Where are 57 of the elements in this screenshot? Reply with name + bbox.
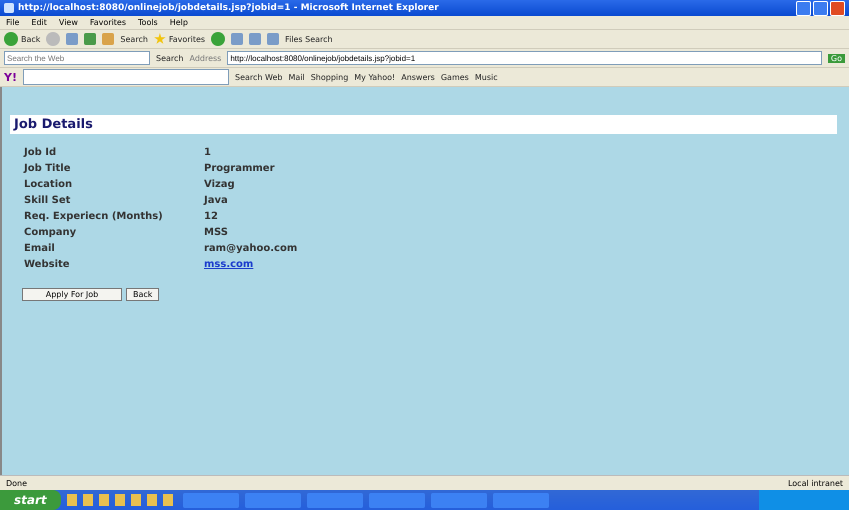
field-label: Req. Experiecn (Months) (24, 210, 164, 224)
yahoo-search-field[interactable] (22, 69, 229, 85)
menu-item[interactable]: Favorites (90, 18, 126, 27)
field-label: Job Title (24, 162, 72, 176)
field-label: Location (24, 178, 74, 192)
field-value: MSS (204, 226, 229, 240)
close-button[interactable] (830, 0, 845, 16)
minimize-button[interactable] (796, 0, 811, 16)
field-value: Vizag (204, 178, 236, 192)
back-button[interactable]: Back (4, 32, 40, 46)
taskbar-button[interactable] (492, 492, 549, 508)
search-field[interactable]: Search the Web (4, 51, 150, 65)
toolbar-item[interactable]: Search Web (234, 72, 282, 82)
toolbar-item[interactable]: Games (440, 72, 469, 82)
browser-icon (4, 3, 14, 13)
toolbar-item[interactable]: Answers (401, 72, 435, 82)
search-button[interactable]: Search (156, 54, 184, 62)
menu-item[interactable]: Tools (138, 18, 158, 27)
website-link[interactable]: mss.com (204, 258, 845, 272)
taskbar-button[interactable] (368, 492, 425, 508)
menu-item[interactable]: File (6, 18, 20, 27)
menu-item[interactable]: Edit (31, 18, 47, 27)
status-text: Done (6, 478, 28, 488)
field-value: Programmer (204, 162, 276, 176)
menu-item[interactable]: View (58, 18, 78, 27)
maximize-button[interactable] (813, 0, 828, 16)
taskbar-button[interactable] (182, 492, 239, 508)
page-heading: Job Details (10, 115, 837, 134)
zone-text: Local intranet (788, 478, 843, 488)
field-label: Skill Set (24, 194, 72, 208)
start-button[interactable]: start (0, 490, 61, 510)
menu-item[interactable]: Help (170, 18, 188, 27)
back-button[interactable]: Back (126, 288, 160, 301)
toolbar-item[interactable]: Music (474, 72, 498, 82)
field-value: ram@yahoo.com (204, 242, 298, 256)
window-title: http://localhost:8080/onlinejob/jobdetails.jsp?jobid=1 - Microsoft Internet Explorer (18, 3, 440, 13)
field-label: Company (24, 226, 78, 240)
yahoo-logo[interactable]: Y! (4, 70, 17, 84)
field-label: Email (24, 242, 56, 256)
address-field[interactable]: http://localhost:8080/onlinejob/jobdetails.jsp?jobid=1 (227, 51, 822, 65)
field-value: 1 (204, 146, 212, 160)
toolbar-item[interactable]: My Yahoo! (354, 72, 396, 82)
toolbar-item[interactable]: Shopping (310, 72, 348, 82)
favorites-button[interactable]: Favorites (154, 33, 206, 45)
apply-button[interactable]: Apply For Job (22, 288, 122, 301)
field-value: 12 (204, 210, 219, 224)
field-label: Website (24, 258, 71, 272)
search-button[interactable]: Search (120, 34, 148, 44)
go-button[interactable]: Go (828, 54, 845, 62)
toolbar-item[interactable]: Mail (288, 72, 305, 82)
taskbar-button[interactable] (430, 492, 487, 508)
field-value: Java (204, 194, 229, 208)
taskbar-button[interactable] (306, 492, 363, 508)
taskbar-button[interactable] (244, 492, 301, 508)
files-search-button[interactable]: Files Search (285, 34, 333, 44)
address-label: Address (189, 54, 222, 62)
field-label: Job Id (24, 146, 58, 160)
